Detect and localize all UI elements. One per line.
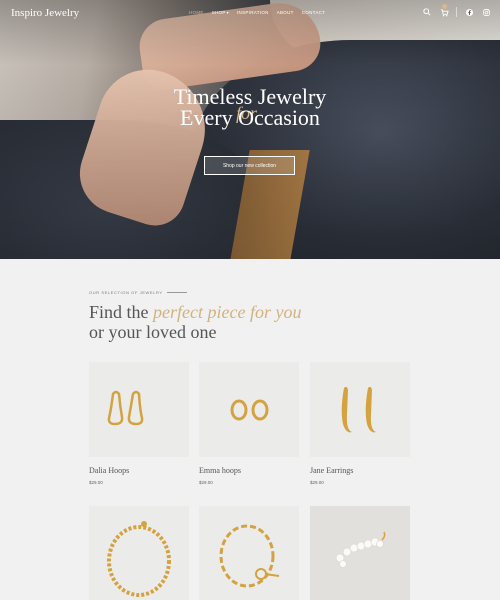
product-price: $29.00 [310,480,324,485]
nav-shop-label: Shop [211,10,226,15]
hoop-earrings-icon [107,390,144,426]
chain-bracelet-icon [107,521,171,597]
hero-title: Timeless Jewelry for Every Occasion [0,86,500,130]
hero-title-line2: Every Occasion [180,105,320,130]
product-name[interactable]: Jane Earrings [310,466,353,475]
product-image[interactable] [310,506,410,600]
heading-line2: or your loved one [89,322,217,342]
eyebrow-text: Our selection of jewelry [89,290,163,295]
heading-prefix: Find the [89,302,154,322]
header-divider [456,7,457,17]
section-eyebrow: Our selection of jewelry [89,290,187,295]
huggie-earrings-icon [230,399,269,421]
main-nav: Home Shop▾ Inspiration About Contact [189,10,325,15]
product-price: $29.00 [199,480,213,485]
product-name[interactable]: Emma hoops [199,466,241,475]
product-card[interactable]: Emma hoops $29.00 [199,362,299,485]
product-image[interactable] [199,506,299,600]
nav-shop[interactable]: Shop▾ [212,10,229,15]
site-logo[interactable]: Inspiro Jewelry [11,7,79,19]
section-heading: Find the perfect piece for you or your l… [89,302,301,342]
nav-contact[interactable]: Contact [302,10,326,15]
facebook-icon[interactable] [464,7,474,17]
hero-banner: Inspiro Jewelry Home Shop▾ Inspiration A… [0,0,500,259]
product-card[interactable]: Dalia Hoops $29.00 [89,362,189,485]
search-icon[interactable] [422,7,432,17]
heading-accent: perfect piece for you [153,302,302,322]
header-tools [422,7,491,17]
product-image[interactable] [89,506,189,600]
nav-about[interactable]: About [277,10,294,15]
cart-count-badge [442,4,447,9]
product-image[interactable] [199,362,299,457]
pearl-bracelet-icon [335,531,386,568]
site-header: Inspiro Jewelry Home Shop▾ Inspiration A… [0,0,500,26]
link-bracelet-icon [219,524,280,588]
eyebrow-divider [166,292,187,293]
product-card[interactable]: Jane Earrings $29.00 [310,362,410,485]
product-price: $29.00 [89,480,103,485]
shop-collection-button[interactable]: Shop our new collection [204,156,295,175]
product-name[interactable]: Dalia Hoops [89,466,129,475]
chevron-down-icon: ▾ [226,10,229,15]
nav-home[interactable]: Home [189,10,204,15]
instagram-icon[interactable] [481,7,491,17]
drop-earrings-icon [341,386,376,433]
product-image[interactable] [310,362,410,457]
nav-inspiration[interactable]: Inspiration [237,10,269,15]
product-image[interactable] [89,362,189,457]
